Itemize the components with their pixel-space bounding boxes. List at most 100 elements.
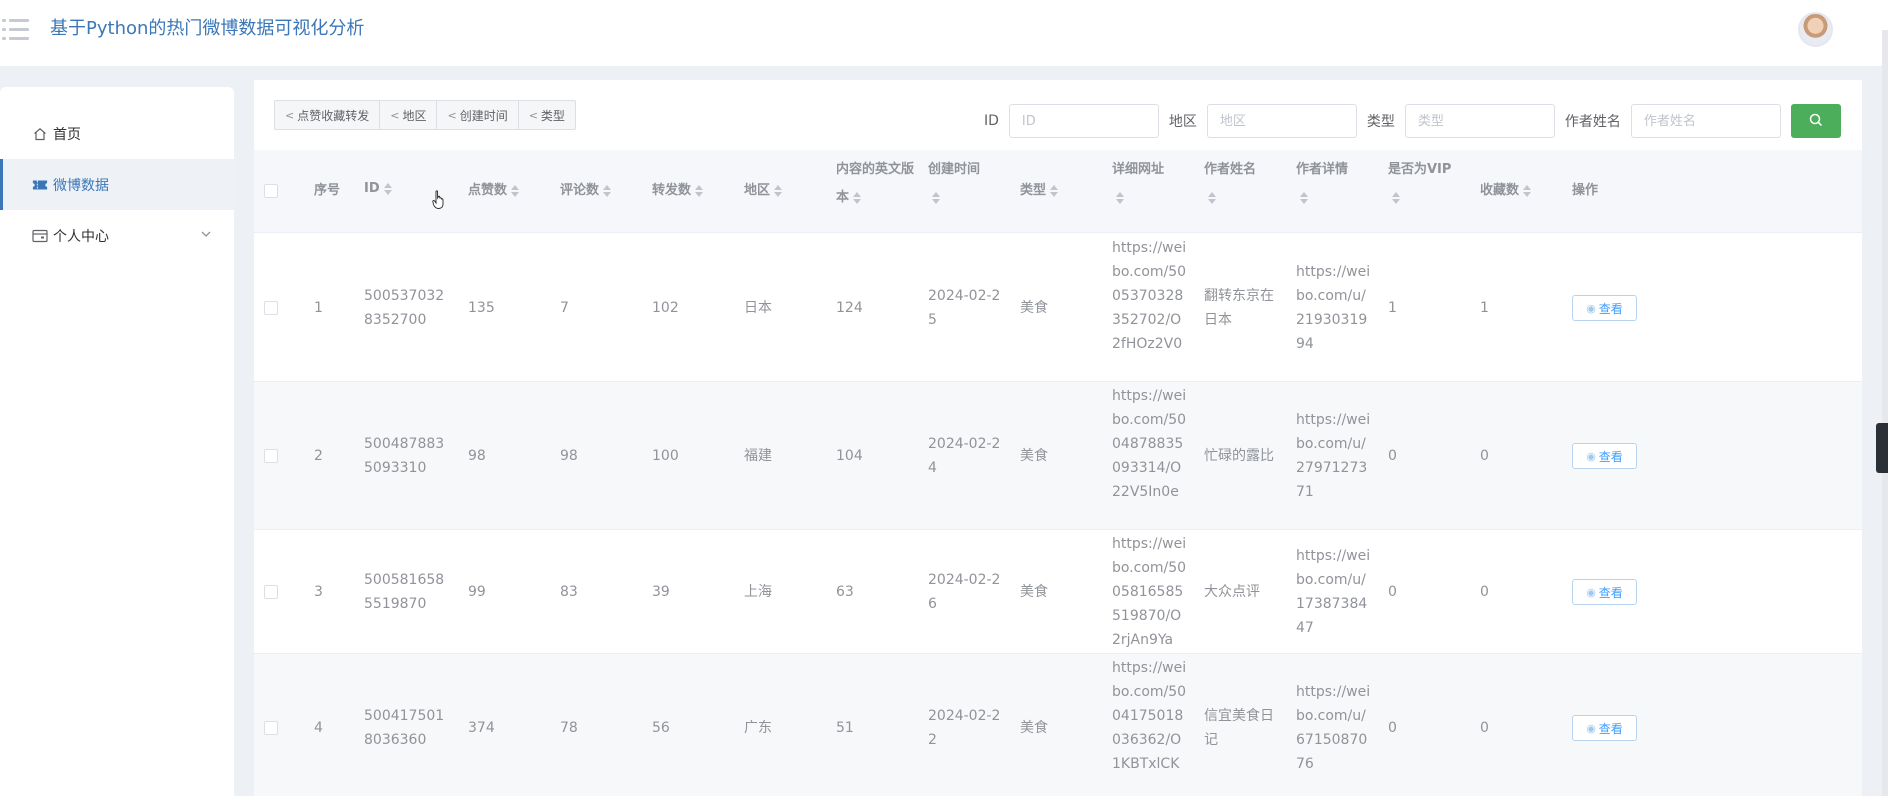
cell-region: 福建 [744,448,772,464]
region-filter-label: 地区 [1168,114,1197,130]
table-row: 1 5005370328352700 135 7 102 日本 124 2024… [254,234,1862,382]
header-created[interactable]: 创建时间 [928,150,998,212]
cell-reposts: 39 [652,584,670,600]
header-content-en[interactable]: 内容的英文版本 [836,150,916,212]
type-chart-button[interactable]: < 类型 [519,101,575,129]
eye-icon: ◉ [1586,301,1596,315]
header-likes[interactable]: 点赞数 [468,177,520,205]
created-time-chart-button[interactable]: < 创建时间 [437,101,519,129]
share-icon: < [447,108,457,122]
header-label: 地区 [744,183,771,198]
header-label: 转发数 [652,183,692,198]
sort-icon[interactable] [1208,191,1216,204]
cell-type: 美食 [1020,584,1048,600]
wallet-icon [32,228,48,244]
sort-icon[interactable] [932,191,940,204]
sort-icon[interactable] [1523,184,1532,197]
table-row: 2 5004878835093310 98 98 100 福建 104 2024… [254,382,1862,530]
cell-id: 5004175018036360 [364,708,445,748]
sort-icon[interactable] [1116,191,1124,204]
sidebar-item-weibo-data[interactable]: 微博数据 [0,159,234,210]
sort-icon[interactable] [774,184,783,197]
select-all-checkbox[interactable] [264,184,278,198]
row-checkbox[interactable] [264,301,278,315]
user-avatar[interactable] [1798,12,1833,47]
author-filter-input[interactable] [1630,104,1781,138]
view-button[interactable]: ◉ 查看 [1572,295,1637,321]
sort-icon[interactable] [695,184,704,197]
sort-icon[interactable] [1392,191,1400,204]
side-drawer-handle[interactable] [1876,423,1888,473]
toolbar-button-label: 类型 [540,108,565,123]
id-filter-input[interactable] [1008,104,1159,138]
cell-author: 大众点评 [1204,584,1260,600]
header-reposts[interactable]: 转发数 [652,177,704,205]
menu-toggle-icon[interactable] [2,19,30,41]
cell-likes: 99 [468,584,486,600]
header-author-detail[interactable]: 作者详情 [1296,150,1366,212]
header-label: 是否为VIP [1388,162,1452,177]
page-scrollbar[interactable] [1882,30,1888,796]
cell-author-detail[interactable]: https://weibo.com/u/2797127371 [1296,408,1372,504]
search-button[interactable] [1790,104,1841,138]
header-vip[interactable]: 是否为VIP [1388,150,1473,212]
region-filter-input[interactable] [1206,104,1357,138]
sort-icon[interactable] [1050,184,1059,197]
row-checkbox[interactable] [264,449,278,463]
cell-url[interactable]: https://weibo.com/5004878835093314/O22V5… [1112,384,1188,504]
cell-url[interactable]: https://weibo.com/5005370328352702/O2fHO… [1112,236,1188,356]
likes-favorites-reposts-chart-button[interactable]: < 点赞收藏转发 [275,101,381,129]
header-region[interactable]: 地区 [744,177,783,205]
cell-id: 5005816585519870 [364,572,445,612]
cell-reposts: 102 [652,300,679,316]
cell-comments: 78 [560,720,578,736]
cell-author: 翻转东京在日本 [1204,288,1274,328]
view-button[interactable]: ◉ 查看 [1572,443,1637,469]
sort-icon[interactable] [511,184,520,197]
sidebar-item-label: 首页 [53,126,81,143]
sidebar-item-home[interactable]: 首页 [0,108,234,159]
cell-author-detail[interactable]: https://weibo.com/u/2193031994 [1296,260,1372,356]
header-favorites[interactable]: 收藏数 [1480,177,1532,205]
eye-icon: ◉ [1586,449,1596,463]
cell-type: 美食 [1020,300,1048,316]
cell-comments: 98 [560,448,578,464]
share-icon: < [528,108,538,122]
header-comments[interactable]: 评论数 [560,177,612,205]
cell-index: 4 [314,720,323,736]
region-chart-button[interactable]: < 地区 [380,101,438,129]
type-filter-label: 类型 [1366,114,1395,130]
cell-vip: 0 [1388,584,1397,600]
header-author[interactable]: 作者姓名 [1204,150,1274,212]
cell-url[interactable]: https://weibo.com/5004175018036362/O1KBT… [1112,656,1188,776]
cell-type: 美食 [1020,720,1048,736]
cell-author-detail[interactable]: https://weibo.com/u/6715087076 [1296,680,1372,776]
sidebar-item-personal-center[interactable]: 个人中心 [0,210,234,261]
chart-toolbar: < 点赞收藏转发 < 地区 < 创建时间 < 类型 [274,100,576,130]
type-filter-input[interactable] [1404,104,1555,138]
cell-favorites: 0 [1480,720,1489,736]
cell-content-en: 104 [836,448,863,464]
cell-reposts: 100 [652,448,679,464]
sort-icon[interactable] [603,184,612,197]
header-type[interactable]: 类型 [1020,177,1059,205]
cell-id: 5005370328352700 [364,288,445,328]
sort-icon[interactable] [853,191,862,204]
sort-icon[interactable] [1300,191,1308,204]
sidebar: 首页 微博数据 个人中心 [0,87,234,796]
cell-author-detail[interactable]: https://weibo.com/u/1738738447 [1296,544,1372,640]
cell-region: 上海 [744,584,772,600]
row-checkbox[interactable] [264,721,278,735]
chevron-down-icon [200,228,212,244]
row-checkbox[interactable] [264,585,278,599]
header-label: 序号 [314,183,341,198]
cell-url[interactable]: https://weibo.com/5005816585519870/O2rjA… [1112,532,1188,652]
header-url[interactable]: 详细网址 [1112,150,1182,212]
table-header: 序号 ID 点赞数 评论数 转发数 地区 内容的英文版本 创建时间 类型 详细网… [254,150,1862,233]
header-label: ID [364,181,380,196]
view-button[interactable]: ◉ 查看 [1572,715,1637,741]
cell-likes: 135 [468,300,495,316]
view-button[interactable]: ◉ 查看 [1572,579,1637,605]
header-id[interactable]: ID [364,175,392,203]
sort-icon[interactable] [383,182,392,195]
